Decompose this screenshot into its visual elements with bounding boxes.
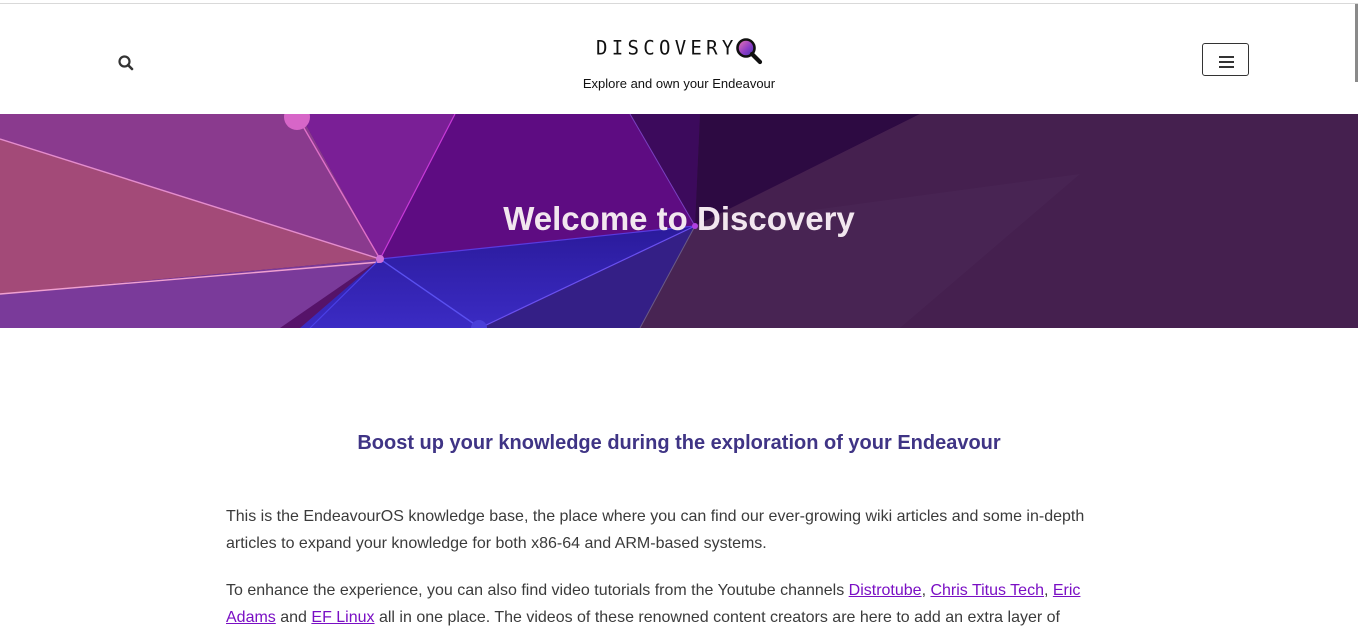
site-tagline: Explore and own your Endeavour [582, 76, 776, 91]
hamburger-menu-icon [1219, 56, 1234, 58]
paragraph-text: To enhance the experience, you can also … [226, 582, 849, 599]
video-paragraph: To enhance the experience, you can also … [226, 577, 1106, 631]
paragraph-text: all in one place. The videos of these re… [374, 609, 1060, 626]
site-logo[interactable]: DISCOVERY [594, 32, 766, 68]
separator: and [275, 609, 312, 626]
site-header: DISCOVERY Explore and own your Endeavour [0, 4, 1358, 114]
link-chris-titus-tech[interactable]: Chris Titus Tech [930, 582, 1044, 599]
section-heading: Boost up your knowledge during the explo… [357, 432, 1001, 454]
hamburger-line [1219, 66, 1234, 68]
hero-title: Welcome to Discovery [503, 200, 855, 237]
intro-paragraph: This is the EndeavourOS knowledge base, … [226, 508, 1085, 552]
hamburger-line [1219, 61, 1234, 63]
logo-text: DISCOVERY [596, 36, 738, 60]
separator: , [1043, 582, 1053, 599]
search-icon [118, 55, 134, 71]
hero-banner: Welcome to Discovery [0, 114, 1358, 328]
search-button[interactable] [116, 53, 136, 73]
link-distrotube[interactable]: Distrotube [849, 582, 922, 599]
menu-toggle-button[interactable] [1202, 43, 1249, 76]
magnifier-logo-icon [736, 38, 763, 65]
link-ef-linux[interactable]: EF Linux [311, 609, 374, 626]
